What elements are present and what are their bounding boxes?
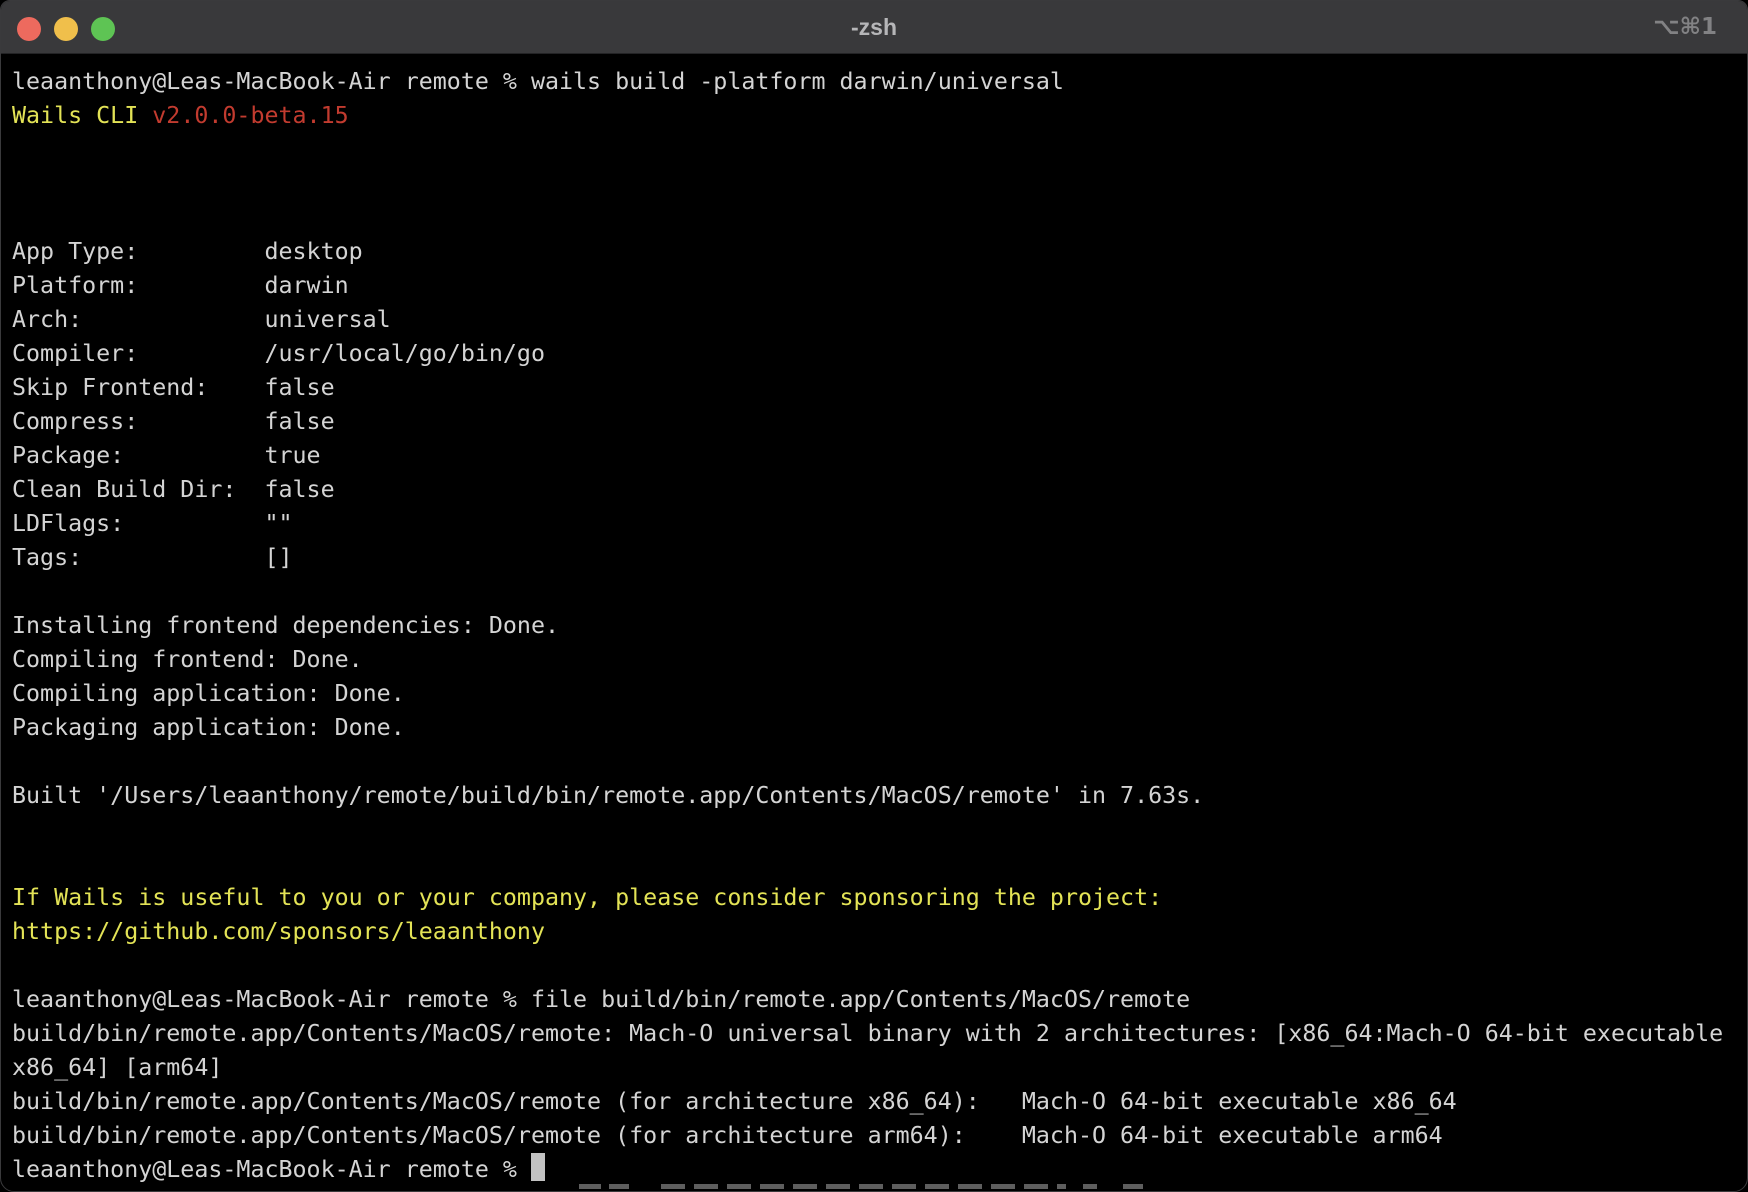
terminal-text-segment: App Type: desktop (12, 238, 363, 265)
terminal-line (12, 575, 1743, 609)
terminal-text-segment: Wails CLI (12, 102, 152, 129)
terminal-text-segment: LDFlags: "" (12, 510, 293, 537)
terminal-line: LDFlags: "" (12, 507, 1743, 541)
terminal-text-segment: Packaging application: Done. (12, 714, 405, 741)
terminal-text-segment: Built '/Users/leaanthony/remote/build/bi… (12, 782, 1204, 809)
terminal-text-segment: Installing frontend dependencies: Done. (12, 612, 559, 639)
terminal-line (12, 201, 1743, 235)
terminal-text-segment: build/bin/remote.app/Contents/MacOS/remo… (12, 1088, 1457, 1115)
terminal-line: Arch: universal (12, 303, 1743, 337)
window-title: -zsh (1, 1, 1747, 54)
terminal-line: leaanthony@Leas-MacBook-Air remote % (12, 1153, 1743, 1187)
terminal-text-segment: Platform: darwin (12, 272, 349, 299)
terminal-line: Compress: false (12, 405, 1743, 439)
terminal-text-segment: build/bin/remote.app/Contents/MacOS/remo… (12, 1122, 1443, 1149)
terminal-line: leaanthony@Leas-MacBook-Air remote % fil… (12, 983, 1743, 1017)
terminal-text-segment: If Wails is useful to you or your compan… (12, 884, 1162, 911)
text-cursor (531, 1153, 545, 1181)
terminal-text-segment: https://github.com/sponsors/leaanthony (12, 918, 545, 945)
terminal-line: https://github.com/sponsors/leaanthony (12, 915, 1743, 949)
terminal-text-segment: Arch: universal (12, 306, 391, 333)
terminal-line: Compiling frontend: Done. (12, 643, 1743, 677)
terminal-line: Package: true (12, 439, 1743, 473)
terminal-line: Tags: [] (12, 541, 1743, 575)
terminal-text-segment: Compiling application: Done. (12, 680, 405, 707)
terminal-line: build/bin/remote.app/Contents/MacOS/remo… (12, 1085, 1743, 1119)
terminal-line (12, 949, 1743, 983)
terminal-line: Packaging application: Done. (12, 711, 1743, 745)
terminal-text-segment: Compiler: /usr/local/go/bin/go (12, 340, 545, 367)
terminal-text-segment: leaanthony@Leas-MacBook-Air remote % fil… (12, 986, 1190, 1013)
terminal-text-segment: Clean Build Dir: false (12, 476, 335, 503)
terminal-text-segment: leaanthony@Leas-MacBook-Air remote % (12, 1156, 531, 1183)
terminal-line: If Wails is useful to you or your compan… (12, 881, 1743, 915)
terminal-text-segment: Package: true (12, 442, 321, 469)
terminal-line (12, 167, 1743, 201)
terminal-line: Wails CLI v2.0.0-beta.15 (12, 99, 1743, 133)
terminal-line (12, 745, 1743, 779)
terminal-window: -zsh ⌥⌘1 leaanthony@Leas-MacBook-Air rem… (0, 0, 1748, 1192)
terminal-text-segment: x86_64] [arm64] (12, 1054, 222, 1081)
terminal-line: Platform: darwin (12, 269, 1743, 303)
terminal-line: Clean Build Dir: false (12, 473, 1743, 507)
terminal-line (12, 847, 1743, 881)
titlebar[interactable]: -zsh ⌥⌘1 (1, 1, 1747, 54)
terminal-text-segment: Tags: [] (12, 544, 293, 571)
terminal-text-segment: Skip Frontend: false (12, 374, 335, 401)
terminal-line (12, 813, 1743, 847)
terminal-line: Installing frontend dependencies: Done. (12, 609, 1743, 643)
terminal-line: leaanthony@Leas-MacBook-Air remote % wai… (12, 65, 1743, 99)
tab-shortcut-badge: ⌥⌘1 (1653, 1, 1717, 54)
terminal-text-segment: build/bin/remote.app/Contents/MacOS/remo… (12, 1020, 1723, 1047)
terminal-line: Compiler: /usr/local/go/bin/go (12, 337, 1743, 371)
terminal-line: build/bin/remote.app/Contents/MacOS/remo… (12, 1017, 1743, 1051)
terminal-line (12, 133, 1743, 167)
terminal-line: build/bin/remote.app/Contents/MacOS/remo… (12, 1119, 1743, 1153)
terminal-text-segment: Compiling frontend: Done. (12, 646, 363, 673)
terminal-line: App Type: desktop (12, 235, 1743, 269)
terminal-output[interactable]: leaanthony@Leas-MacBook-Air remote % wai… (1, 54, 1747, 1192)
clipped-text-artifact (1, 1184, 1747, 1190)
terminal-line: Skip Frontend: false (12, 371, 1743, 405)
terminal-line: x86_64] [arm64] (12, 1051, 1743, 1085)
terminal-text-segment: leaanthony@Leas-MacBook-Air remote % wai… (12, 68, 1064, 95)
terminal-text-segment: Compress: false (12, 408, 335, 435)
terminal-text-segment: v2.0.0-beta.15 (152, 102, 348, 129)
terminal-line: Built '/Users/leaanthony/remote/build/bi… (12, 779, 1743, 813)
terminal-line: Compiling application: Done. (12, 677, 1743, 711)
